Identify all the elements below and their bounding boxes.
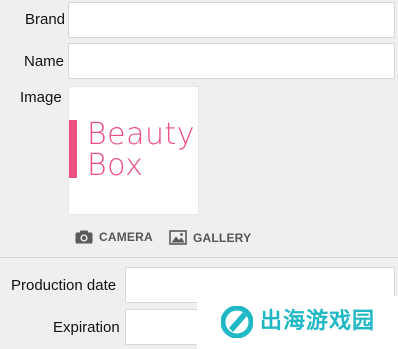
watermark-logo-icon [221,306,253,338]
watermark-overlay: 出海游戏园 [197,296,398,349]
gallery-label: GALLERY [193,230,252,245]
section-divider [0,257,398,258]
gallery-button[interactable]: GALLERY [169,230,251,245]
brand-input[interactable] [68,2,395,38]
expiration-label: Expiration [53,319,120,336]
logo-accent-bar [69,120,77,178]
camera-icon [75,230,93,244]
camera-label: CAMERA [99,230,153,244]
image-label: Image [20,89,62,106]
brand-label: Brand [25,11,66,28]
watermark-text: 出海游戏园 [260,309,376,334]
product-form-screen: Brand Name Image Beauty Box CAMERA GALLE… [0,0,398,349]
product-image[interactable]: Beauty Box [68,86,199,215]
logo-text-line2: Box [87,148,144,183]
camera-button[interactable]: CAMERA [75,230,153,244]
name-label: Name [24,53,65,70]
image-icon [169,230,187,245]
production-date-label: Production date [11,277,117,294]
logo-text-line1: Beauty [87,117,196,152]
name-input[interactable] [68,43,395,79]
